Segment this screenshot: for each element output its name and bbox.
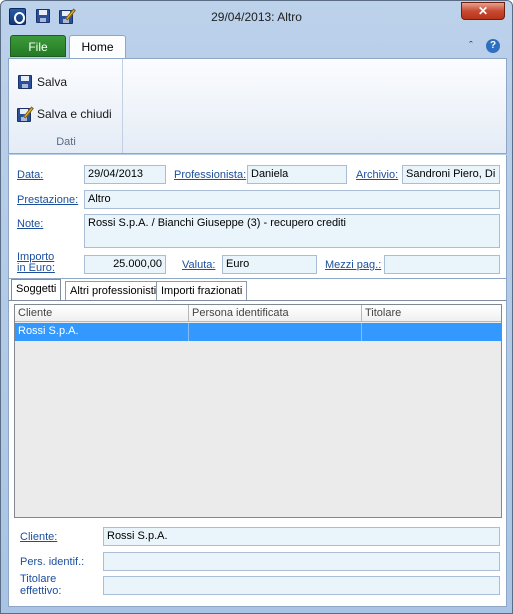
save-button[interactable]: Salva — [17, 71, 67, 93]
note-field[interactable]: Rossi S.p.A. / Bianchi Giuseppe (3) - re… — [84, 214, 500, 248]
pers-identif-label: Pers. identif.: — [20, 556, 85, 568]
mezzi-pag-label: Mezzi pag.: — [325, 259, 382, 271]
importo-label: Importo in Euro: — [17, 252, 55, 274]
ribbon-group-dati: Salva Salva e chiudi Dati — [9, 59, 123, 153]
soggetti-panel: Cliente Persona identificata Titolare Ro… — [8, 300, 507, 522]
professionista-label: Professionista: — [174, 169, 247, 181]
minimize-ribbon-icon[interactable]: ˆ — [464, 39, 478, 53]
ribbon-panel: Salva Salva e chiudi Dati — [8, 58, 507, 154]
prestazione-label: Prestazione: — [17, 194, 79, 206]
ribbon-group-label: Dati — [56, 136, 76, 148]
cliente-field[interactable]: Rossi S.p.A. — [103, 527, 500, 546]
save-icon — [17, 74, 33, 90]
grid-header: Cliente Persona identificata Titolare — [15, 305, 501, 322]
save-close-button[interactable]: Salva e chiudi — [17, 103, 112, 125]
help-icon[interactable]: ? — [486, 39, 500, 53]
window-title: 29/04/2013: Altro — [211, 10, 302, 24]
tab-soggetti[interactable]: Soggetti — [11, 279, 62, 301]
tab-file[interactable]: File — [10, 35, 66, 57]
detail-panel: Cliente: Rossi S.p.A. Pers. identif.: Ti… — [8, 521, 507, 607]
archivio-field[interactable]: Sandroni Piero, Di B — [402, 165, 500, 184]
importo-field[interactable]: 25.000,00 — [84, 255, 166, 274]
valuta-label: Valuta: — [182, 259, 216, 271]
form-panel: Data: 29/04/2013 Professionista: Daniela… — [8, 155, 507, 279]
cliente-label: Cliente: — [20, 531, 58, 543]
column-header-cliente[interactable]: Cliente — [15, 305, 189, 322]
titolare-effettivo-label: Titolare effettivo: — [20, 573, 61, 597]
soggetti-grid[interactable]: Cliente Persona identificata Titolare Ro… — [14, 304, 502, 518]
cell-persona — [189, 323, 362, 341]
ribbon-tab-row: File Home ˆ ? — [8, 35, 506, 59]
save-close-button-label: Salva e chiudi — [37, 107, 112, 121]
titolare-label-line1: Titolare — [20, 573, 57, 585]
tab-home[interactable]: Home — [69, 35, 126, 59]
save-close-icon — [17, 106, 34, 122]
tab-importi-frazionati[interactable]: Importi frazionati — [156, 281, 248, 301]
app-window: 29/04/2013: Altro ✕ File Home ˆ ? Salva … — [0, 0, 513, 614]
tab-altri-professionisti[interactable]: Altri professionisti — [65, 281, 162, 301]
mezzi-pag-field[interactable] — [384, 255, 500, 274]
title-bar: 29/04/2013: Altro ✕ — [1, 1, 512, 33]
data-label: Data: — [17, 169, 44, 181]
professionista-field[interactable]: Daniela — [247, 165, 347, 184]
prestazione-field[interactable]: Altro — [84, 190, 500, 209]
save-button-label: Salva — [37, 75, 68, 89]
table-row[interactable]: Rossi S.p.A. — [15, 323, 501, 341]
valuta-field[interactable]: Euro — [222, 255, 317, 274]
detail-tabs: Soggetti Altri professionisti Importi fr… — [8, 279, 507, 301]
titolare-label-line2: effettivo: — [20, 585, 62, 597]
note-label: Note: — [17, 218, 44, 230]
titolare-effettivo-field[interactable] — [103, 576, 500, 595]
pers-identif-field[interactable] — [103, 552, 500, 571]
data-field[interactable]: 29/04/2013 — [84, 165, 166, 184]
column-header-titolare[interactable]: Titolare — [362, 305, 501, 322]
importo-label-line2: in Euro: — [17, 262, 55, 274]
column-header-persona[interactable]: Persona identificata — [189, 305, 362, 322]
cell-cliente: Rossi S.p.A. — [15, 323, 189, 341]
archivio-label: Archivio: — [356, 169, 399, 181]
cell-titolare — [362, 323, 501, 341]
close-button[interactable]: ✕ — [461, 2, 505, 20]
